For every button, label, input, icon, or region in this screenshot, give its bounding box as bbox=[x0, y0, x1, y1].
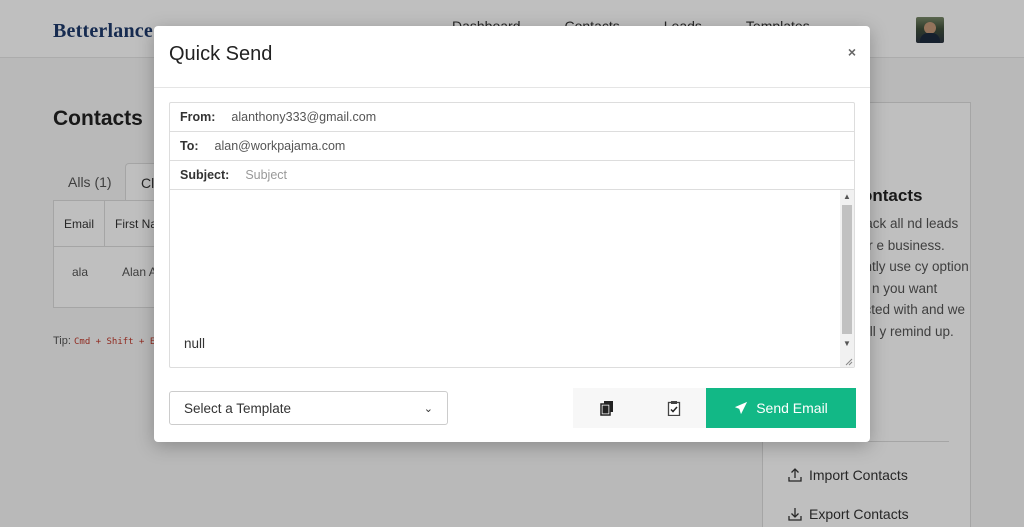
resize-grip-icon[interactable] bbox=[843, 356, 853, 366]
scroll-down-arrow-icon[interactable]: ▼ bbox=[840, 337, 854, 351]
scroll-up-arrow-icon[interactable]: ▲ bbox=[840, 190, 854, 204]
quick-send-modal: Quick Send × From: alanthony333@gmail.co… bbox=[154, 26, 870, 442]
scroll-thumb[interactable] bbox=[842, 205, 852, 334]
paste-button[interactable] bbox=[640, 388, 707, 428]
copy-icon bbox=[599, 401, 613, 416]
template-select-value: Select a Template bbox=[184, 400, 292, 416]
subject-input[interactable] bbox=[245, 168, 746, 182]
subject-row: Subject: bbox=[170, 161, 854, 190]
send-icon bbox=[735, 401, 748, 415]
close-icon[interactable]: × bbox=[848, 44, 856, 60]
from-row: From: alanthony333@gmail.com bbox=[170, 103, 854, 132]
template-select[interactable]: Select a Template ⌄ bbox=[169, 391, 448, 425]
send-email-label: Send Email bbox=[756, 400, 828, 416]
from-label: From: bbox=[180, 110, 216, 124]
body-scrollbar[interactable]: ▲ ▼ bbox=[840, 190, 854, 367]
to-row: To: alan@workpajama.com bbox=[170, 132, 854, 161]
email-body-textarea[interactable]: null ▲ ▼ bbox=[170, 190, 854, 367]
subject-label: Subject: bbox=[180, 168, 230, 182]
modal-header: Quick Send × bbox=[154, 26, 870, 88]
email-body-text: null bbox=[184, 336, 206, 351]
to-value: alan@workpajama.com bbox=[214, 139, 346, 153]
send-email-button[interactable]: Send Email bbox=[706, 388, 856, 428]
from-value: alanthony333@gmail.com bbox=[231, 110, 377, 124]
clipboard-check-icon bbox=[667, 401, 680, 416]
email-form: From: alanthony333@gmail.com To: alan@wo… bbox=[169, 102, 855, 368]
to-label: To: bbox=[180, 139, 199, 153]
copy-button[interactable] bbox=[573, 388, 640, 428]
chevron-down-icon: ⌄ bbox=[423, 402, 433, 415]
modal-title: Quick Send bbox=[169, 43, 273, 65]
